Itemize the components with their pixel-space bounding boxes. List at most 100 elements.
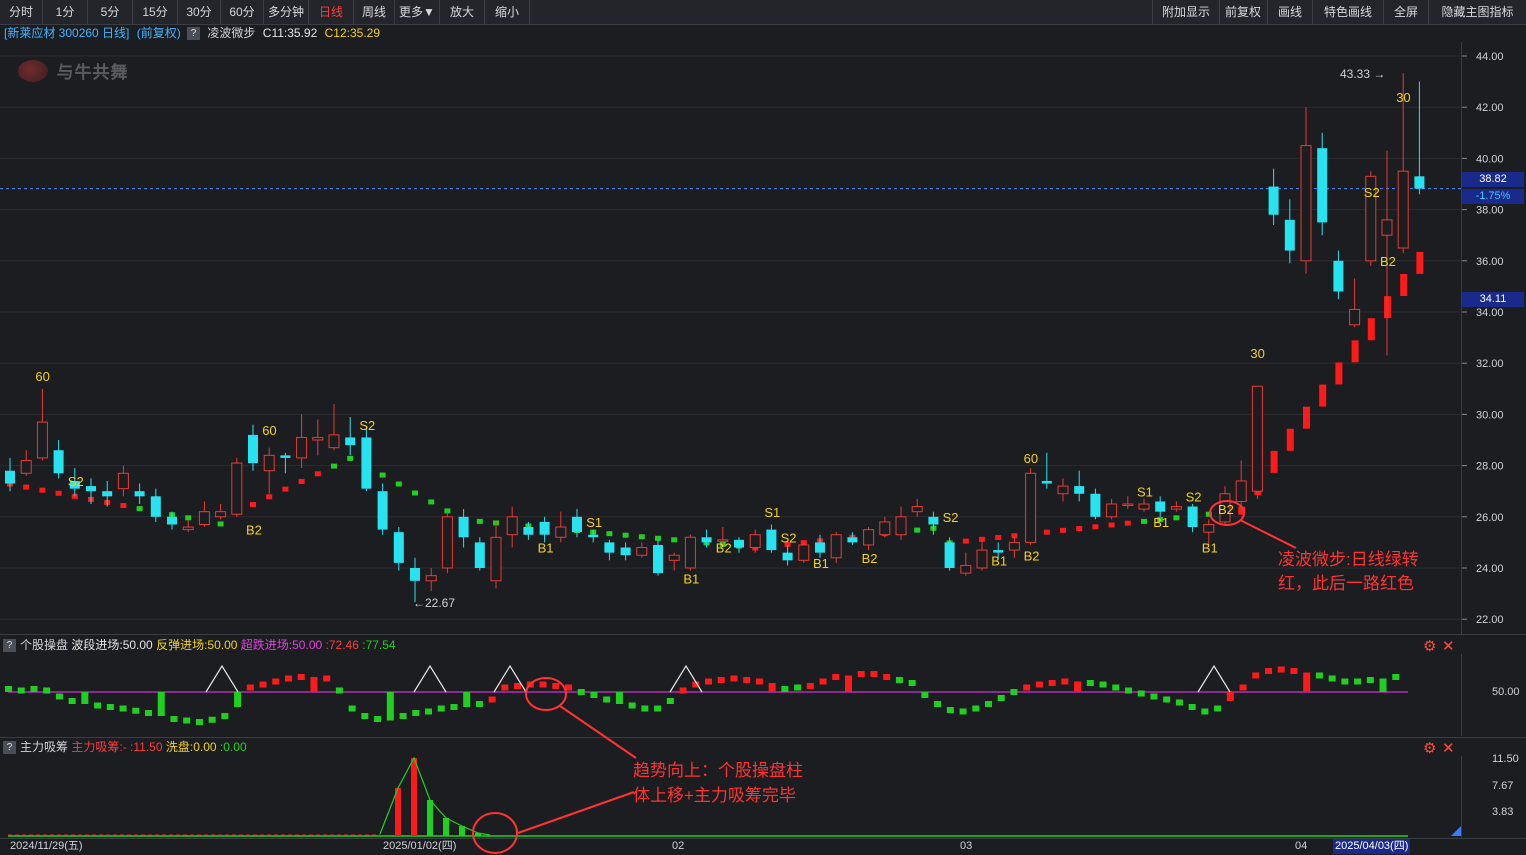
candle-up xyxy=(506,516,518,536)
osc-dot xyxy=(246,684,254,691)
draw-line-button[interactable]: 画线 xyxy=(1268,0,1313,24)
ma-dot-green xyxy=(331,463,337,469)
osc-dot xyxy=(399,713,407,719)
candle-up xyxy=(1349,308,1361,326)
date-start: 2024/11/29(五) xyxy=(10,840,83,852)
vol-axis xyxy=(1461,756,1526,838)
axis-tick-label: 32.00 xyxy=(1476,358,1504,370)
panel2-param5: :77.54 xyxy=(362,638,396,652)
osc-dot xyxy=(1023,684,1031,691)
panel2-param3: 超跌进场:50.00 xyxy=(240,638,323,652)
tab-weekly[interactable]: 周线 xyxy=(354,0,395,24)
osc-dot xyxy=(717,677,725,683)
fullscreen-button[interactable]: 全屏 xyxy=(1384,0,1429,24)
osc-dot xyxy=(539,681,547,688)
candle-up xyxy=(863,529,875,546)
osc-dot xyxy=(1175,699,1183,706)
signal-label: B2 xyxy=(1218,502,1234,517)
tab-more-dropdown[interactable]: 更多▼ xyxy=(395,0,440,24)
indicator-name[interactable]: 凌波微步 xyxy=(207,26,255,40)
axis-tick-label: 34.00 xyxy=(1476,307,1504,319)
tab-30min[interactable]: 30分 xyxy=(178,0,221,24)
hide-main-indicator-button[interactable]: 隐藏主图指标 xyxy=(1429,0,1526,24)
tab-1min[interactable]: 1分 xyxy=(43,0,88,24)
zoom-in-button[interactable]: 放大 xyxy=(440,0,485,24)
osc-dot xyxy=(654,705,662,712)
candle-up xyxy=(911,506,923,513)
osc-dot xyxy=(55,693,63,700)
candle-down xyxy=(620,547,631,556)
signal-label: B1 xyxy=(1153,515,1169,530)
osc-dot xyxy=(1086,680,1094,686)
date-jan: 2025/01/02(四) xyxy=(383,840,457,852)
price-axis-ticks: 44.00 42.00 40.00 38.00 36.00 34.00 32.00 30.00… xyxy=(1462,51,1504,626)
candle-down xyxy=(604,542,615,553)
candle-down xyxy=(458,516,469,538)
annotation-trend-up: 趋势向上：个股操盘柱 体上移+主力吸筹完毕 xyxy=(633,758,803,808)
special-draw-button[interactable]: 特色画线 xyxy=(1313,0,1384,24)
osc-dot xyxy=(221,713,229,719)
extra-display-button[interactable]: 附加显示 xyxy=(1152,0,1220,24)
panel2-name[interactable]: 个股操盘 xyxy=(20,638,68,652)
close-icon[interactable]: ✕ xyxy=(1442,639,1455,654)
stock-title: [新莱应材 300260 日线] xyxy=(4,26,130,40)
osc-dot xyxy=(361,713,369,719)
osc-dot xyxy=(1201,708,1209,715)
tab-15min[interactable]: 15分 xyxy=(133,0,178,24)
osc-dot xyxy=(1150,693,1158,700)
gear-icon[interactable]: ⚙ xyxy=(1423,741,1436,756)
signal-label: B2 xyxy=(716,541,732,556)
signal-label: S2 xyxy=(943,510,959,525)
panel2-param2: 反弹进场:50.00 xyxy=(156,638,238,652)
ma-dot-green xyxy=(606,531,613,537)
axis-tick-label: 36.00 xyxy=(1476,256,1504,268)
candle-up xyxy=(1122,503,1134,506)
oscillator-chart[interactable] xyxy=(0,654,1462,736)
candle-up xyxy=(960,564,972,574)
candle-down xyxy=(1333,260,1344,292)
close-icon[interactable]: ✕ xyxy=(1442,741,1455,756)
tab-60min[interactable]: 60分 xyxy=(221,0,264,24)
osc-bar xyxy=(615,692,623,704)
osc-dot xyxy=(183,717,191,724)
signal-label: B1 xyxy=(683,571,699,586)
signal-label: S2 xyxy=(359,418,375,433)
osc-dot xyxy=(119,705,127,712)
ma-dot-green xyxy=(671,537,678,543)
osc-bar xyxy=(157,692,165,716)
help-icon[interactable]: ? xyxy=(3,741,16,755)
axis-tick-label: 42.00 xyxy=(1476,102,1504,114)
ma-dot-green xyxy=(638,534,645,540)
candle-down xyxy=(1268,186,1279,215)
panel2-title: ? 个股操盘 波段进场:50.00 反弹进场:50.00 超跌进场:50.00 :… xyxy=(0,637,396,653)
tab-5min[interactable]: 5分 xyxy=(88,0,133,24)
gear-icon[interactable]: ⚙ xyxy=(1423,639,1436,654)
forward-adjust-button[interactable]: 前复权 xyxy=(1219,0,1268,24)
panel-divider xyxy=(0,737,1526,738)
osc-dot xyxy=(437,705,445,712)
candle-up xyxy=(830,534,842,559)
tab-daily[interactable]: 日线 xyxy=(309,0,354,24)
osc-dot xyxy=(94,702,102,709)
osc-dot xyxy=(1239,684,1247,691)
osc-dot xyxy=(106,704,114,710)
help-icon[interactable]: ? xyxy=(3,639,16,653)
tab-intraday[interactable]: 分时 xyxy=(0,0,43,24)
signal-label: B1 xyxy=(1202,541,1218,556)
tab-multi-min[interactable]: 多分钟 xyxy=(264,0,309,24)
osc-dot xyxy=(883,674,891,680)
signal-label: B2 xyxy=(1380,254,1396,269)
osc-bar xyxy=(463,692,471,707)
vol-tick-2: 7.67 xyxy=(1492,780,1514,792)
osc-dot xyxy=(1277,666,1285,673)
zoom-out-button[interactable]: 缩小 xyxy=(485,0,530,24)
panel3-name[interactable]: 主力吸筹 xyxy=(20,740,68,754)
candle-up xyxy=(441,516,453,569)
ma-dot-green xyxy=(622,532,629,538)
candle-up xyxy=(879,521,891,536)
price-chart[interactable]: 60S260B2S2S1B1B1B2S1S2B1 B2S260B1 B2S1B1S2… xyxy=(0,42,1462,634)
osc-dot xyxy=(730,675,738,682)
corner-triangle-icon[interactable] xyxy=(1451,826,1461,836)
help-icon[interactable]: ? xyxy=(187,27,201,41)
candle-down xyxy=(734,539,744,548)
